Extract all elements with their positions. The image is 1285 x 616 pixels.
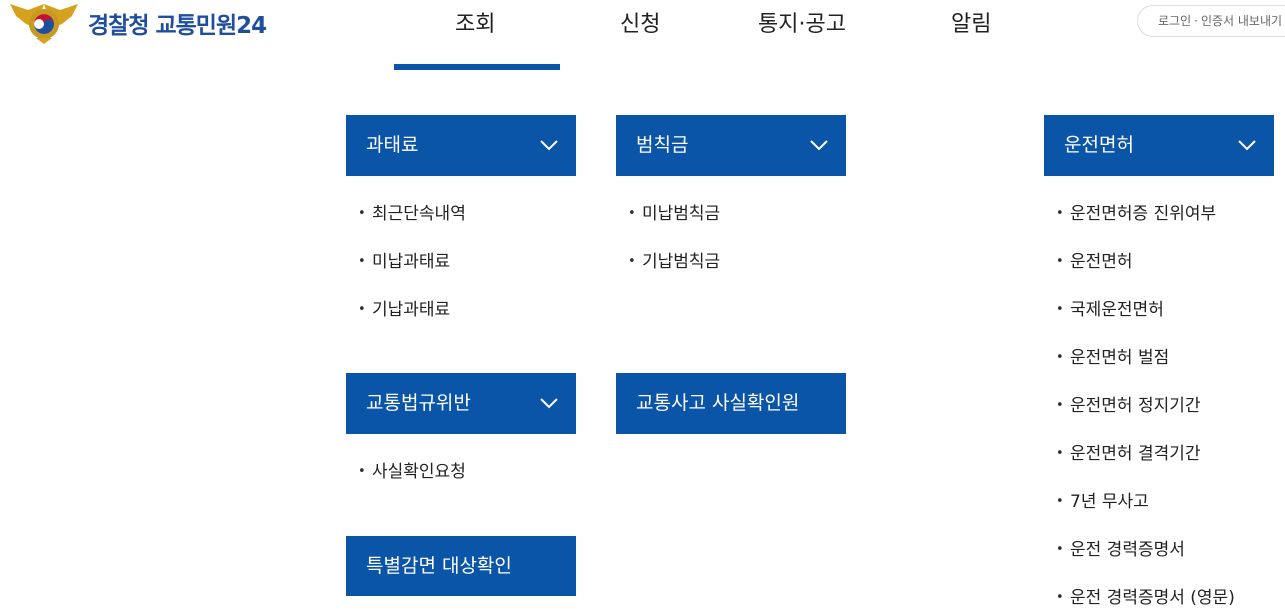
chevron-down-icon bbox=[810, 140, 828, 151]
menu-item-seven-year-safe[interactable]: • 7년 무사고 bbox=[1056, 487, 1149, 512]
chevron-down-icon bbox=[540, 398, 558, 409]
nav-active-indicator bbox=[394, 64, 560, 70]
menu-item-recent-violations[interactable]: • 최근단속내역 bbox=[358, 199, 466, 224]
menu-item-license[interactable]: • 운전면허 bbox=[1056, 247, 1133, 272]
util-separator: · bbox=[1194, 14, 1198, 28]
menu-violation-header[interactable]: 교통법규위반 bbox=[346, 373, 576, 434]
menu-item-license-verify[interactable]: • 운전면허증 진위여부 bbox=[1056, 199, 1216, 224]
chevron-down-icon bbox=[540, 140, 558, 151]
site-logo[interactable]: 경찰청 교통민원24 bbox=[6, 0, 267, 46]
menu-accident-header[interactable]: 교통사고 사실확인원 bbox=[616, 373, 846, 434]
menu-special-title: 특별감면 대상확인 bbox=[366, 555, 512, 577]
menu-item-driving-record-en[interactable]: • 운전 경력증명서 (영문) bbox=[1056, 583, 1235, 608]
menu-license-title: 운전면허 bbox=[1064, 134, 1134, 156]
util-links: 로그인 · 인증서 내보내기 bbox=[1137, 5, 1285, 37]
nav-apply[interactable]: 신청 bbox=[620, 6, 660, 38]
menu-fine-title: 과태료 bbox=[366, 134, 419, 156]
cert-export-link[interactable]: 인증서 내보내기 bbox=[1201, 14, 1282, 28]
menu-item-paid-penalty[interactable]: • 기납범칙금 bbox=[628, 247, 720, 272]
chevron-down-icon bbox=[1238, 140, 1256, 151]
menu-penalty-header[interactable]: 범칙금 bbox=[616, 115, 846, 176]
nav-alerts[interactable]: 알림 bbox=[951, 6, 991, 38]
menu-item-license-points[interactable]: • 운전면허 벌점 bbox=[1056, 343, 1169, 368]
menu-item-driving-record[interactable]: • 운전 경력증명서 bbox=[1056, 535, 1185, 560]
nav-notice[interactable]: 통지·공고 bbox=[758, 6, 846, 38]
menu-special-header[interactable]: 특별감면 대상확인 bbox=[346, 536, 576, 596]
police-emblem-icon bbox=[10, 4, 78, 44]
menu-fine-header[interactable]: 과태료 bbox=[346, 115, 576, 176]
menu-penalty-title: 범칙금 bbox=[636, 134, 689, 156]
menu-item-license-suspension[interactable]: • 운전면허 정지기간 bbox=[1056, 391, 1201, 416]
menu-item-unpaid-fine[interactable]: • 미납과태료 bbox=[358, 247, 450, 272]
site-title: 경찰청 교통민원24 bbox=[88, 13, 267, 39]
menu-item-unpaid-penalty[interactable]: • 미납범칙금 bbox=[628, 199, 720, 224]
nav-inquiry[interactable]: 조회 bbox=[455, 6, 495, 38]
menu-violation-title: 교통법규위반 bbox=[366, 392, 471, 414]
menu-license-header[interactable]: 운전면허 bbox=[1044, 115, 1274, 176]
menu-item-fact-check-request[interactable]: • 사실확인요청 bbox=[358, 457, 466, 482]
menu-item-intl-license[interactable]: • 국제운전면허 bbox=[1056, 295, 1164, 320]
menu-item-paid-fine[interactable]: • 기납과태료 bbox=[358, 295, 450, 320]
menu-item-license-disqualification[interactable]: • 운전면허 결격기간 bbox=[1056, 439, 1201, 464]
menu-accident-title: 교통사고 사실확인원 bbox=[636, 392, 800, 414]
login-link[interactable]: 로그인 bbox=[1158, 14, 1191, 28]
